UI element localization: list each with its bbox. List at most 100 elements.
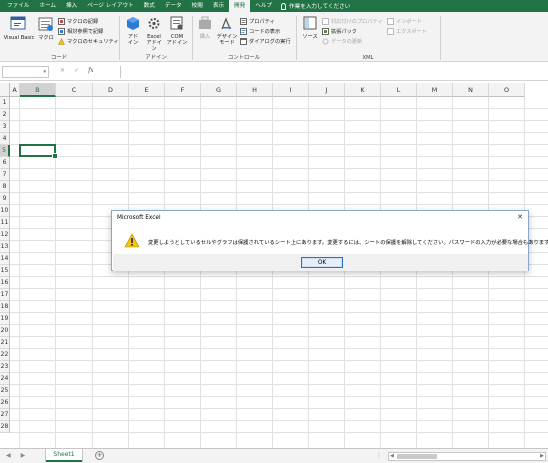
row-header[interactable]: 26 [0, 397, 10, 409]
tab-developer[interactable]: 開発 [229, 0, 251, 12]
more-options-icon[interactable]: ⋮ [376, 452, 382, 459]
column-header[interactable]: N [453, 83, 489, 97]
design-mode-button[interactable]: デザイン モード [215, 16, 239, 46]
column-header[interactable]: K [345, 83, 381, 97]
scroll-right-icon[interactable]: ▶ [540, 453, 544, 459]
row-header[interactable]: 22 [0, 349, 10, 361]
macro-button[interactable]: マクロ [37, 16, 55, 41]
sheet-tab[interactable]: Sheet1 [46, 449, 82, 462]
column-header[interactable]: A [10, 83, 20, 97]
com-addins-button[interactable]: COM アドイン [166, 16, 188, 46]
column-header[interactable]: F [165, 83, 201, 97]
ribbon-tab-bar: ファイル ホーム 挿入 ページ レイアウト 数式 データ 校閲 表示 開発 ヘル… [0, 0, 548, 12]
column-header[interactable]: B [20, 83, 56, 97]
row-header[interactable]: 28 [0, 421, 10, 433]
next-sheet-icon[interactable]: ▶ [21, 452, 26, 459]
tab-data[interactable]: データ [160, 0, 187, 12]
relative-reference-button[interactable]: 相対参照で記録 [58, 27, 103, 35]
row-header[interactable]: 10 [0, 205, 10, 217]
addins-label-2: イン [127, 40, 139, 46]
formula-bar: ▾ ✕ ✓ fx [0, 63, 548, 81]
dialog-message: 変更しようとしているセルやグラフは保護されているシート上にあります。変更するには… [148, 240, 548, 246]
view-code-button[interactable]: コードの表示 [240, 27, 280, 35]
row-header[interactable]: 7 [0, 169, 10, 181]
row-header[interactable]: 6 [0, 157, 10, 169]
record-macro-button[interactable]: マクロの記録 [58, 17, 98, 25]
column-header[interactable]: C [56, 83, 93, 97]
enter-icon[interactable]: ✓ [74, 67, 79, 74]
row-header[interactable]: 15 [0, 265, 10, 277]
tab-formulas[interactable]: 数式 [139, 0, 160, 12]
row-header[interactable]: 14 [0, 253, 10, 265]
scroll-left-icon[interactable]: ◀ [390, 453, 394, 459]
tell-me-box[interactable]: 作業を入力してください [277, 2, 350, 10]
row-header[interactable]: 19 [0, 313, 10, 325]
tab-view[interactable]: 表示 [208, 0, 229, 12]
column-header[interactable]: D [93, 83, 129, 97]
row-header[interactable]: 4 [0, 133, 10, 145]
row-header[interactable]: 25 [0, 385, 10, 397]
row-header[interactable]: 8 [0, 181, 10, 193]
ok-button[interactable]: OK [301, 257, 343, 268]
row-header[interactable]: 21 [0, 337, 10, 349]
gridline [10, 420, 548, 421]
name-box[interactable]: ▾ [2, 66, 49, 78]
run-dialog-button[interactable]: ダイアログの実行 [240, 37, 291, 45]
column-header[interactable]: E [129, 83, 165, 97]
expansion-packs-button[interactable]: 拡張パック [322, 27, 357, 35]
cancel-icon[interactable]: ✕ [60, 67, 65, 74]
select-all-corner[interactable] [0, 83, 10, 97]
row-header[interactable]: 24 [0, 373, 10, 385]
column-header[interactable]: H [237, 83, 273, 97]
xml-source-button[interactable]: ソース [300, 16, 320, 40]
row-header[interactable]: 12 [0, 229, 10, 241]
row-header[interactable]: 18 [0, 301, 10, 313]
row-header[interactable]: 13 [0, 241, 10, 253]
insert-function-icon[interactable]: fx [88, 67, 94, 74]
scroll-thumb[interactable] [397, 454, 437, 459]
add-sheet-icon[interactable]: + [95, 451, 104, 460]
addins-button[interactable]: アド イン [124, 16, 142, 46]
row-header[interactable]: 5 [0, 145, 10, 157]
visual-basic-button[interactable]: Visual Basic [2, 16, 36, 41]
column-header[interactable]: G [201, 83, 237, 97]
column-header[interactable]: M [417, 83, 453, 97]
row-header[interactable]: 11 [0, 217, 10, 229]
tab-review[interactable]: 校閲 [187, 0, 208, 12]
tab-page-layout[interactable]: ページ レイアウト [82, 0, 138, 12]
macro-security-button[interactable]: マクロのセキュリティ [58, 37, 119, 45]
row-header[interactable]: 17 [0, 289, 10, 301]
row-header[interactable]: 16 [0, 277, 10, 289]
excel-addins-button[interactable]: Excel アドイン [144, 16, 164, 52]
previous-sheet-icon[interactable]: ◀ [6, 452, 11, 459]
export-button[interactable]: エクスポート [387, 27, 427, 35]
row-header[interactable]: 3 [0, 121, 10, 133]
column-header[interactable]: L [381, 83, 417, 97]
row-header[interactable]: 9 [0, 193, 10, 205]
formula-input[interactable] [120, 66, 546, 78]
properties-button[interactable]: プロパティ [240, 17, 275, 25]
import-button[interactable]: インポート [387, 17, 422, 25]
row-header[interactable]: 23 [0, 361, 10, 373]
column-header[interactable]: J [309, 83, 345, 97]
active-cell[interactable] [19, 144, 58, 159]
row-header[interactable]: 2 [0, 109, 10, 121]
tab-home[interactable]: ホーム [34, 0, 61, 12]
tab-help[interactable]: ヘルプ [250, 0, 277, 12]
properties-icon [240, 17, 247, 25]
column-header[interactable]: I [273, 83, 309, 97]
close-icon[interactable]: ✕ [517, 213, 523, 221]
insert-control-button[interactable]: 挿入 [196, 16, 214, 40]
chevron-down-icon[interactable]: ▾ [43, 69, 46, 75]
tab-insert[interactable]: 挿入 [61, 0, 82, 12]
record-macro-icon [58, 17, 65, 25]
row-header[interactable]: 1 [0, 97, 10, 109]
gridline [10, 300, 548, 301]
tab-file[interactable]: ファイル [2, 0, 34, 12]
horizontal-scrollbar[interactable]: ◀ ▶ [388, 452, 546, 461]
row-header[interactable]: 27 [0, 409, 10, 421]
row-header[interactable]: 20 [0, 325, 10, 337]
column-header[interactable]: O [489, 83, 525, 97]
map-properties-button[interactable]: 対応付けのプロパティ [322, 17, 383, 25]
refresh-data-button[interactable]: データの更新 [322, 37, 362, 45]
